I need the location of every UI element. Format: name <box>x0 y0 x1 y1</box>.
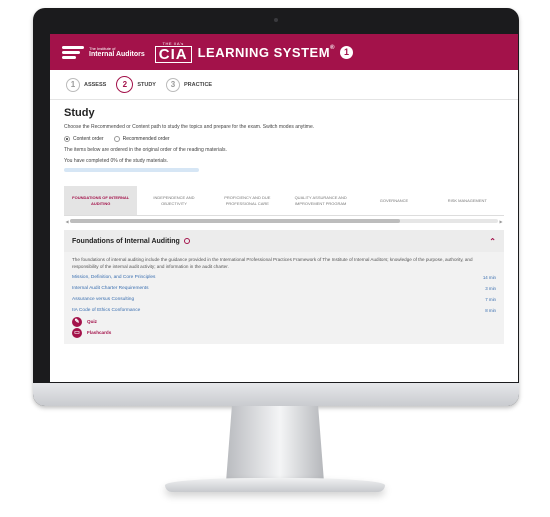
cia-logo-main: CIA <box>154 45 192 63</box>
scroll-thumb[interactable] <box>70 219 400 223</box>
radio-unselected-icon <box>113 136 120 142</box>
section-title-wrap: Foundations of Internal Auditing <box>72 238 190 245</box>
radio-selected-icon <box>64 136 70 142</box>
iia-logo-icon <box>62 43 86 61</box>
step-label: PRACTICE <box>183 81 213 88</box>
step-number: 1 <box>66 77 80 92</box>
topic-duration: 14 min <box>482 275 496 280</box>
radio-label: Content order <box>73 136 104 142</box>
tab-quality-assurance[interactable]: Quality Assurance and Improvement Progra… <box>284 186 357 215</box>
org-name: Internal Auditors <box>89 51 145 58</box>
iia-logo[interactable]: The Institute of Internal Auditors <box>62 43 145 61</box>
radio-label: Recommended order <box>122 136 170 142</box>
screen: The Institute of Internal Auditors THE I… <box>50 34 518 382</box>
system-title: LEARNING SYSTEM® <box>198 45 335 60</box>
scroll-track[interactable] <box>70 219 498 223</box>
main-content: Study Choose the Recommended or Content … <box>50 100 518 344</box>
flashcards-icon: ▭ <box>72 327 82 338</box>
iia-logo-text: The Institute of Internal Auditors <box>89 46 145 58</box>
tab-proficiency[interactable]: Proficiency and Due Professional Care <box>211 186 284 215</box>
recommended-order-radio[interactable]: Recommended order <box>113 136 170 142</box>
topic-item[interactable]: Mission, Definition, and Core Principles… <box>72 272 496 283</box>
topic-name: Assurance versus Consulting <box>72 297 135 302</box>
domain-tabs: Foundations of Internal Auditing Indepen… <box>64 186 504 216</box>
flashcards-link[interactable]: ▭ Flashcards <box>64 327 504 338</box>
tabs-scrollbar[interactable]: ◀ ▶ <box>64 218 504 224</box>
registered-mark: ® <box>330 44 335 51</box>
section-title: Foundations of Internal Auditing <box>72 237 180 245</box>
topic-duration: 8 min <box>485 308 496 313</box>
resource-label: Quiz <box>87 319 97 324</box>
section-description: The foundations of internal auditing inc… <box>72 257 473 269</box>
topic-item[interactable]: Assurance versus Consulting 7 min <box>72 294 496 305</box>
topic-list: Mission, Definition, and Core Principles… <box>64 270 504 316</box>
status-ring-icon <box>183 238 190 244</box>
topic-name: Mission, Definition, and Core Principles <box>72 275 156 280</box>
topic-name: IIA Code of Ethics Conformance <box>72 308 141 313</box>
topic-duration: 7 min <box>485 297 496 302</box>
step-number: 2 <box>116 76 134 93</box>
monitor-stand <box>226 406 324 482</box>
section-panel: Foundations of Internal Auditing ⌃ The f… <box>64 230 504 344</box>
study-intro: Choose the Recommended or Content path t… <box>64 124 315 130</box>
cia-logo: THE IIA's CIA <box>154 41 192 63</box>
topic-item[interactable]: Internal Audit Charter Requirements 3 mi… <box>72 283 496 294</box>
chevron-up-icon[interactable]: ⌃ <box>489 237 496 246</box>
step-navigation: 1 ASSESS 2 STUDY 3 PRACTICE <box>50 70 518 100</box>
step-study[interactable]: 2 STUDY <box>116 76 156 93</box>
quiz-icon: ✎ <box>72 316 82 327</box>
progress-text: You have completed 0% of the study mater… <box>64 158 169 164</box>
topic-name: Internal Audit Charter Requirements <box>72 286 149 291</box>
page-title: Study <box>64 107 95 119</box>
step-assess[interactable]: 1 ASSESS <box>66 77 107 92</box>
camera-dot <box>274 18 278 22</box>
section-header[interactable]: Foundations of Internal Auditing ⌃ <box>64 230 504 252</box>
version-badge: 1 <box>339 45 353 59</box>
monitor-chin <box>33 383 519 406</box>
content-order-radio[interactable]: Content order <box>64 136 104 142</box>
system-title-text: LEARNING SYSTEM <box>197 44 331 60</box>
step-label: ASSESS <box>84 81 107 88</box>
step-label: STUDY <box>137 81 156 88</box>
tab-independence[interactable]: Independence and Objectivity <box>137 186 210 215</box>
scroll-right-icon[interactable]: ▶ <box>498 219 504 224</box>
order-note: The items below are ordered in the origi… <box>64 147 227 153</box>
tab-risk-management[interactable]: Risk Management <box>431 186 504 215</box>
tab-foundations[interactable]: Foundations of Internal Auditing <box>64 186 138 215</box>
step-number: 3 <box>165 77 180 92</box>
order-mode-group: Content order Recommended order <box>64 136 504 142</box>
topic-duration: 3 min <box>485 286 496 291</box>
quiz-link[interactable]: ✎ Quiz <box>64 316 504 327</box>
header-bar: The Institute of Internal Auditors THE I… <box>50 34 518 70</box>
resource-label: Flashcards <box>87 330 112 335</box>
tab-governance[interactable]: Governance <box>357 186 430 215</box>
step-practice[interactable]: 3 PRACTICE <box>165 77 213 92</box>
topic-item[interactable]: IIA Code of Ethics Conformance 8 min <box>72 305 496 316</box>
progress-bar <box>64 168 199 172</box>
monitor-base <box>165 478 385 492</box>
